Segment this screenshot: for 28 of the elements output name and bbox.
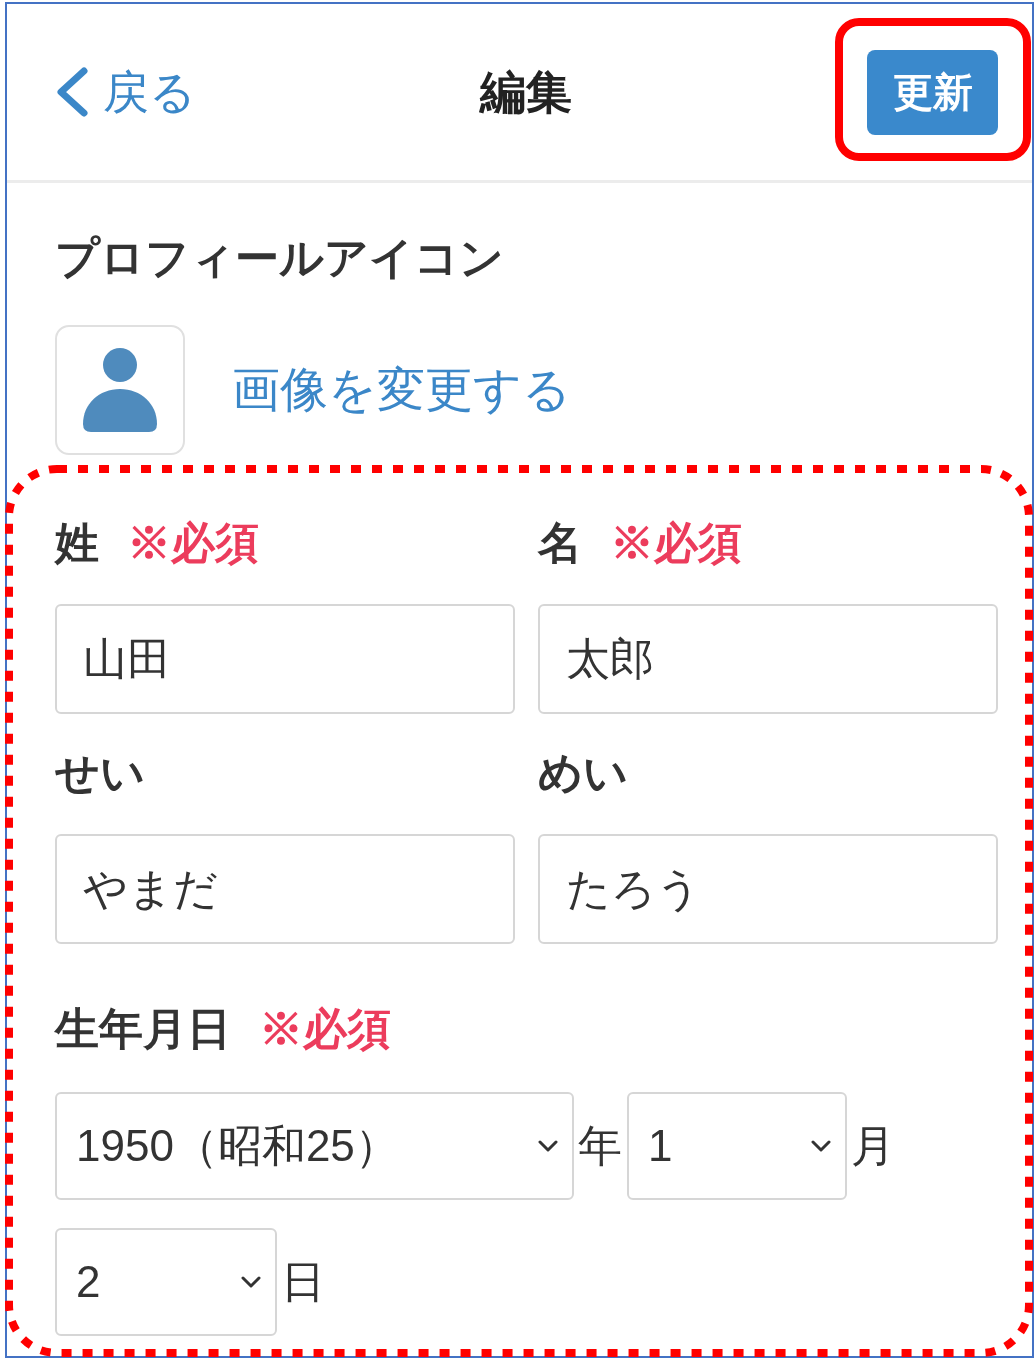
field-label: せい xyxy=(55,751,145,795)
required-mark: ※必須 xyxy=(259,1007,391,1051)
required-mark: ※必須 xyxy=(610,521,742,565)
text-field[interactable]: たろう xyxy=(538,834,998,944)
field-label: 姓 xyxy=(55,521,99,565)
unit-label: 月 xyxy=(851,1124,895,1168)
field-label: めい xyxy=(538,751,628,795)
unit-label: 日 xyxy=(281,1260,325,1304)
text-field[interactable]: 山田 xyxy=(55,604,515,714)
chevron-down-icon xyxy=(538,1140,558,1152)
unit-label: 年 xyxy=(578,1124,622,1168)
back-link[interactable]: 戻る xyxy=(55,67,196,117)
change-image-link[interactable]: 画像を変更する xyxy=(232,366,571,414)
month-dropdown[interactable]: 1 xyxy=(627,1092,847,1200)
field-label: 名 xyxy=(538,521,582,565)
person-icon xyxy=(55,325,185,455)
field-label: 生年月日 xyxy=(55,1007,231,1051)
text-field[interactable]: やまだ xyxy=(55,834,515,944)
day-dropdown[interactable]: 2 xyxy=(55,1228,277,1336)
section-heading: プロフィールアイコン xyxy=(55,236,504,280)
chevron-down-icon xyxy=(241,1276,261,1288)
year-dropdown[interactable]: 1950（昭和25） xyxy=(55,1092,574,1200)
page-title: 編集 xyxy=(480,69,573,115)
text-field[interactable]: 太郎 xyxy=(538,604,998,714)
chevron-down-icon xyxy=(811,1140,831,1152)
required-mark: ※必須 xyxy=(127,521,259,565)
chevron-left-icon xyxy=(55,67,89,117)
update-button[interactable]: 更新 xyxy=(867,49,998,135)
